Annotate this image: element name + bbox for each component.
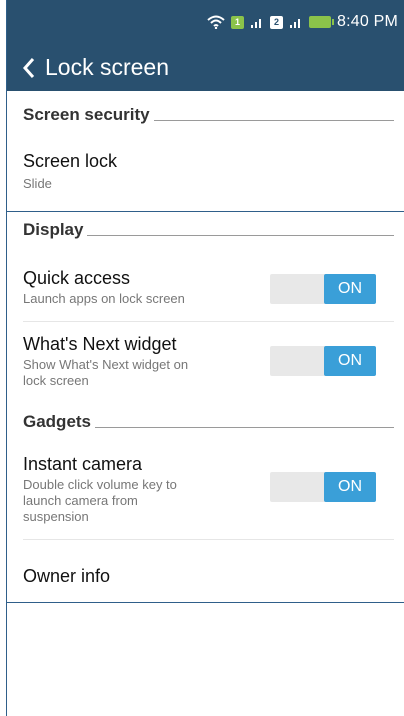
screen-lock-setting[interactable]: Screen lock Slide bbox=[7, 139, 404, 211]
signal-bars-icon bbox=[250, 16, 264, 28]
app-bar: Lock screen bbox=[7, 44, 404, 91]
page-title: Lock screen bbox=[45, 54, 170, 80]
toggle-on-label: ON bbox=[324, 346, 376, 376]
quick-access-setting[interactable]: Quick access Launch apps on lock screen … bbox=[7, 248, 404, 322]
section-title: Display bbox=[23, 220, 84, 239]
quick-access-toggle[interactable]: ON bbox=[270, 274, 376, 304]
instant-camera-setting[interactable]: Instant camera Double click volume key t… bbox=[7, 436, 404, 540]
status-time: 8:40 PM bbox=[337, 13, 398, 30]
section-title: Gadgets bbox=[23, 412, 92, 431]
section-divider bbox=[95, 426, 394, 428]
section-title: Screen security bbox=[23, 105, 150, 124]
toggle-on-label: ON bbox=[324, 274, 376, 304]
signal-bars-icon bbox=[289, 16, 303, 28]
setting-title: Screen lock bbox=[23, 151, 118, 171]
status-bar: 1 2 8:40 PM bbox=[7, 0, 404, 44]
owner-info-setting[interactable]: Owner info bbox=[7, 540, 404, 602]
section-screen-security: Screen security bbox=[7, 91, 404, 139]
setting-title: Owner info bbox=[23, 566, 111, 586]
setting-subtitle: Slide bbox=[23, 176, 52, 191]
chevron-left-icon[interactable] bbox=[17, 53, 41, 83]
section-gadgets: Gadgets bbox=[7, 408, 404, 436]
section-display: Display bbox=[7, 212, 404, 248]
whats-next-widget-setting[interactable]: What's Next widget Show What's Next widg… bbox=[7, 322, 404, 408]
instant-camera-toggle[interactable]: ON bbox=[270, 472, 376, 502]
section-separator bbox=[6, 602, 404, 603]
lock-screen-settings: 1 2 8:40 PM Lock screen Screen security … bbox=[6, 0, 404, 716]
battery-charging-icon bbox=[309, 16, 334, 28]
sim1-icon: 1 bbox=[231, 15, 244, 29]
wifi-icon bbox=[207, 15, 225, 29]
section-divider bbox=[87, 234, 394, 236]
section-divider bbox=[153, 119, 394, 121]
toggle-on-label: ON bbox=[324, 472, 376, 502]
whats-next-toggle[interactable]: ON bbox=[270, 346, 376, 376]
setting-subtitle: suspension bbox=[23, 509, 89, 524]
sim2-icon: 2 bbox=[270, 15, 283, 29]
